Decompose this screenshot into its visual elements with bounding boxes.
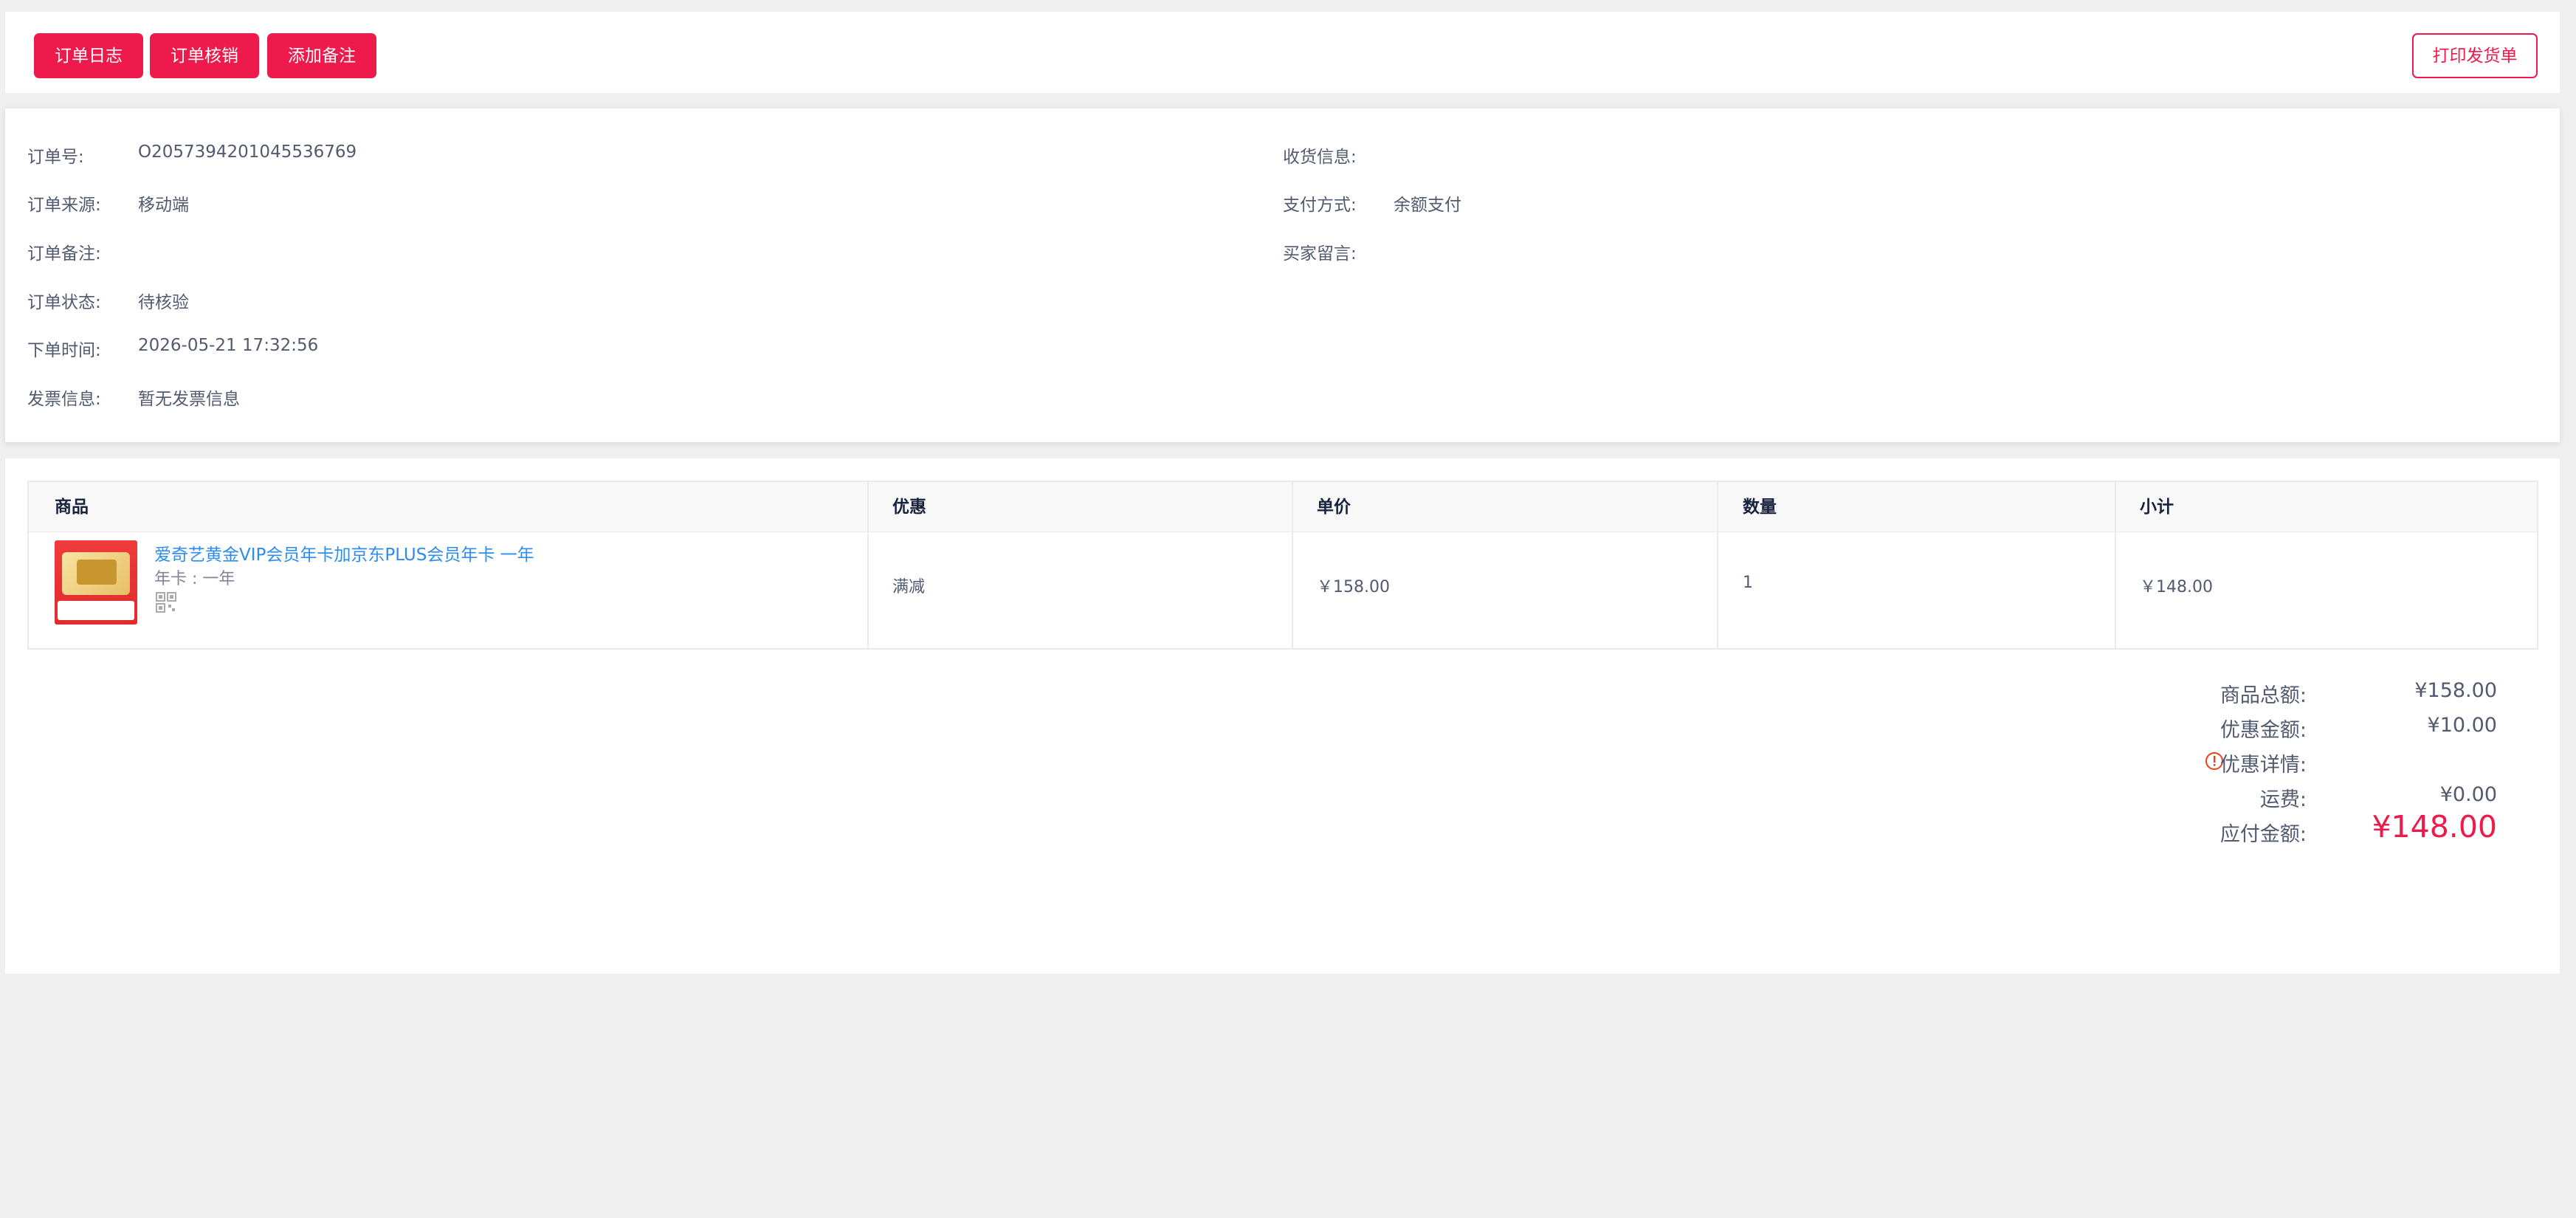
shipping-label: 运费: [2259, 788, 2307, 811]
row-quantity: 1 [1743, 574, 1753, 592]
discount-amount-value: ¥10.00 [2427, 714, 2497, 737]
order-info-panel: 订单号: O2057394201045536769 订单来源: 移动端 订单备注… [5, 109, 2560, 442]
table-header: 商品 优惠 单价 数量 小计 [29, 482, 2537, 532]
order-number-value: O2057394201045536769 [138, 142, 357, 162]
column-divider [867, 482, 869, 648]
shipping-value: ¥0.00 [2439, 783, 2497, 806]
row-subtotal: ￥148.00 [2140, 578, 2213, 596]
toolbar: 订单日志 订单核销 添加备注 打印发货单 [5, 12, 2560, 93]
product-name-link[interactable]: 爱奇艺黄金VIP会员年卡加京东PLUS会员年卡 一年 [154, 540, 534, 565]
order-time-value: 2026-05-21 17:32:56 [138, 336, 319, 355]
invoice-info-value: 暂无发票信息 [138, 390, 240, 409]
column-divider [1292, 482, 1293, 648]
goods-panel: 商品 优惠 单价 数量 小计 158 爱奇艺黄金VIP会员年卡加京东PLUS会员… [5, 458, 2560, 974]
goods-total-value: ¥158.00 [2414, 679, 2497, 702]
thumbnail-price: 158 [102, 602, 133, 620]
goods-table: 商品 优惠 单价 数量 小计 158 爱奇艺黄金VIP会员年卡加京东PLUS会员… [27, 481, 2538, 650]
payable-amount-label: 应付金额: [2219, 823, 2307, 846]
header-discount: 优惠 [892, 498, 926, 517]
header-quantity: 数量 [1743, 498, 1777, 517]
payment-method-value: 余额支付 [1394, 196, 1461, 215]
order-number-label: 订单号: [27, 148, 84, 167]
order-time-label: 下单时间: [27, 341, 101, 360]
order-verify-button[interactable]: 订单核销 [150, 33, 259, 78]
order-remark-label: 订单备注: [27, 244, 101, 264]
header-product: 商品 [55, 498, 89, 517]
product-thumbnail[interactable]: 158 [55, 540, 137, 625]
column-divider [2115, 482, 2116, 648]
card-graphic [77, 560, 117, 585]
payable-amount-value: ¥148.00 [2372, 809, 2497, 844]
row-unit-price: ￥158.00 [1317, 578, 1390, 596]
header-unit-price: 单价 [1317, 498, 1351, 517]
receiver-info-label: 收货信息: [1283, 148, 1357, 167]
header-subtotal: 小计 [2140, 498, 2174, 517]
product-spec: 年卡 : 一年 [154, 570, 235, 588]
discount-detail-label[interactable]: 优惠详情: [2220, 749, 2307, 777]
add-remark-button[interactable]: 添加备注 [267, 33, 376, 78]
print-invoice-button[interactable]: 打印发货单 [2412, 33, 2538, 78]
order-source-value: 移动端 [138, 196, 189, 215]
order-status-value: 待核验 [138, 293, 189, 312]
column-divider [1717, 482, 1718, 648]
qr-code-icon[interactable] [156, 592, 176, 613]
order-source-label: 订单来源: [27, 196, 101, 215]
order-log-button[interactable]: 订单日志 [34, 33, 143, 78]
discount-amount-label: 优惠金额: [2219, 719, 2307, 742]
row-discount: 满减 [892, 578, 926, 596]
payment-method-label: 支付方式: [1283, 196, 1357, 215]
goods-total-label: 商品总额: [2219, 684, 2307, 707]
order-status-label: 订单状态: [27, 293, 101, 312]
invoice-info-label: 发票信息: [27, 390, 101, 409]
buyer-message-label: 买家留言: [1283, 244, 1357, 264]
